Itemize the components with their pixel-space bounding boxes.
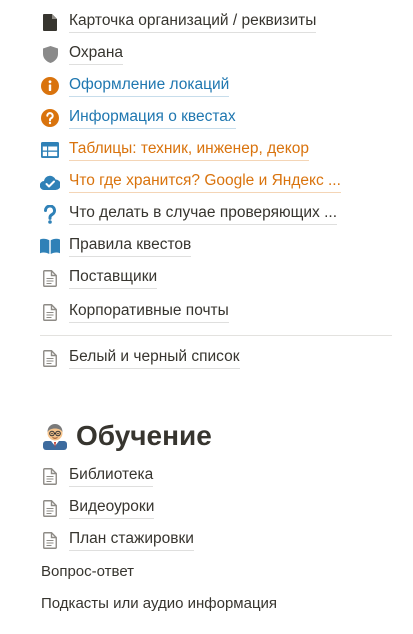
page-icon xyxy=(40,302,60,322)
page-link-internship-plan[interactable]: План стажировки xyxy=(40,528,194,552)
table-icon xyxy=(40,140,60,160)
section-heading: Обучение xyxy=(40,416,212,456)
page-link-label: Поставщики xyxy=(69,267,158,289)
page-link-label: План стажировки xyxy=(69,529,194,551)
question-circle-icon xyxy=(40,108,60,128)
page-link-label: Библиотека xyxy=(69,465,154,487)
page-link-suppliers[interactable]: Поставщики xyxy=(40,266,158,290)
text-line-podcasts: Подкасты или аудио информация xyxy=(41,595,278,612)
cloud-download-icon xyxy=(40,172,60,192)
page-link-label: Корпоративные почты xyxy=(69,301,229,323)
page-icon xyxy=(40,466,60,486)
page-link-label: Белый и черный список xyxy=(69,347,240,369)
text-line-faq: Вопрос-ответ xyxy=(41,563,135,580)
page-link-corporate-mail[interactable]: Корпоративные почты xyxy=(40,300,229,324)
page-link-quest-rules[interactable]: Правила квестов xyxy=(40,234,192,258)
page-link-label: Информация о квестах xyxy=(69,107,236,129)
page-icon xyxy=(40,498,60,518)
divider xyxy=(40,335,392,336)
page-link-label: Оформление локаций xyxy=(69,75,230,97)
page-link-label: Видеоуроки xyxy=(69,497,155,519)
page-link-location-design[interactable]: Оформление локаций xyxy=(40,74,230,98)
page-link-label: Таблицы: техник, инженер, декор xyxy=(69,139,309,161)
section-title: Обучение xyxy=(76,420,212,451)
page-icon xyxy=(40,348,60,368)
page-icon xyxy=(40,530,60,550)
page-link-video-lessons[interactable]: Видеоуроки xyxy=(40,496,155,520)
info-circle-icon xyxy=(40,76,60,96)
open-book-icon xyxy=(40,236,60,256)
page-link-label: Правила квестов xyxy=(69,235,192,257)
page-link-white-black-list[interactable]: Белый и черный список xyxy=(40,346,240,370)
page-link-label: Что где хранится? Google и Яндекс ... xyxy=(69,171,341,193)
page-icon xyxy=(40,268,60,288)
page-link-storage[interactable]: Что где хранится? Google и Яндекс ... xyxy=(40,170,341,194)
page-link-label: Что делать в случае проверяющих ... xyxy=(69,203,338,225)
page-link-security[interactable]: Охрана xyxy=(40,42,124,66)
page-link-label: Охрана xyxy=(69,43,124,65)
page-link-tables[interactable]: Таблицы: техник, инженер, декор xyxy=(40,138,309,162)
page-link-library[interactable]: Библиотека xyxy=(40,464,154,488)
page-link-label: Карточка организаций / реквизиты xyxy=(69,11,317,33)
question-mark-icon xyxy=(40,204,60,224)
document-filled-icon xyxy=(40,12,60,32)
page-link-organization-card[interactable]: Карточка организаций / реквизиты xyxy=(40,10,317,34)
page-link-quest-info[interactable]: Информация о квестах xyxy=(40,106,236,130)
page-link-inspections[interactable]: Что делать в случае проверяющих ... xyxy=(40,202,338,226)
shield-icon xyxy=(40,44,60,64)
teacher-emoji-icon xyxy=(40,421,70,451)
